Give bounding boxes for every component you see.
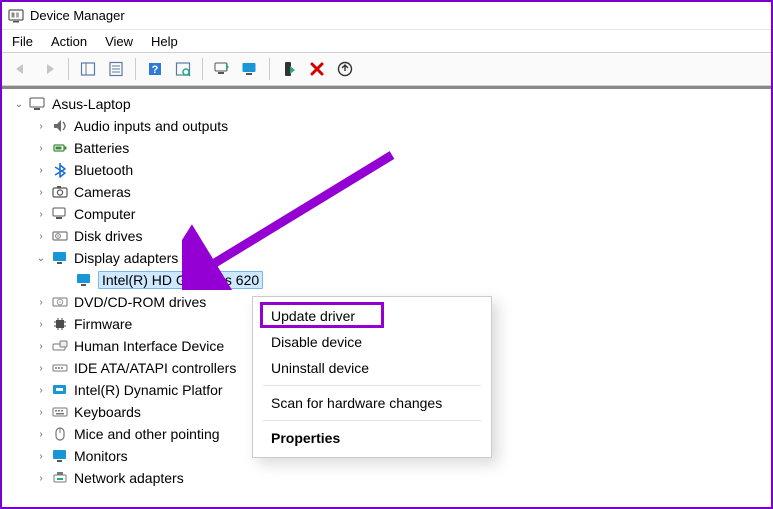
tree-label: Mice and other pointing (74, 426, 220, 442)
dvd-icon (50, 293, 70, 311)
tree-item-cameras[interactable]: › Cameras (8, 181, 771, 203)
chipset-icon (50, 381, 70, 399)
toolbar-separator (202, 58, 203, 80)
ctx-update-driver[interactable]: Update driver (253, 303, 491, 329)
menu-view[interactable]: View (105, 34, 133, 49)
expand-icon[interactable]: ⌄ (12, 97, 26, 111)
ctx-disable-device[interactable]: Disable device (253, 329, 491, 355)
tree-label: Audio inputs and outputs (74, 118, 228, 134)
show-hide-tree-button[interactable] (75, 56, 101, 82)
update-driver-button[interactable] (209, 56, 235, 82)
expand-icon[interactable]: › (34, 471, 48, 485)
expand-icon[interactable]: › (34, 229, 48, 243)
expand-icon[interactable]: › (34, 317, 48, 331)
network-icon (50, 469, 70, 487)
camera-icon (50, 183, 70, 201)
tree-item-audio[interactable]: › Audio inputs and outputs (8, 115, 771, 137)
expand-icon[interactable]: › (34, 163, 48, 177)
expand-spacer (58, 273, 72, 287)
tree-label: Computer (74, 206, 135, 222)
menu-help[interactable]: Help (151, 34, 178, 49)
scan-button[interactable] (170, 56, 196, 82)
add-legacy-button[interactable] (332, 56, 358, 82)
audio-icon (50, 117, 70, 135)
app-icon (8, 8, 24, 24)
expand-icon[interactable]: › (34, 185, 48, 199)
expand-icon[interactable]: › (34, 449, 48, 463)
tree-label: IDE ATA/ATAPI controllers (74, 360, 236, 376)
tree-label-selected: Intel(R) HD Graphics 620 (98, 271, 263, 289)
tree-item-intel-graphics[interactable]: Intel(R) HD Graphics 620 (8, 269, 771, 291)
tree-item-display[interactable]: ⌄ Display adapters (8, 247, 771, 269)
monitor-icon (50, 447, 70, 465)
tree-item-network[interactable]: › Network adapters (8, 467, 771, 489)
toolbar: ? (2, 52, 771, 86)
toolbar-separator (269, 58, 270, 80)
context-menu: Update driver Disable device Uninstall d… (252, 296, 492, 458)
tree-label: Bluetooth (74, 162, 133, 178)
firmware-icon (50, 315, 70, 333)
disk-icon (50, 227, 70, 245)
tree-label: DVD/CD-ROM drives (74, 294, 206, 310)
hid-icon (50, 337, 70, 355)
expand-icon[interactable]: › (34, 207, 48, 221)
tree-label: Human Interface Device (74, 338, 224, 354)
ctx-properties[interactable]: Properties (253, 425, 491, 451)
monitor-button[interactable] (237, 56, 263, 82)
window-title: Device Manager (30, 8, 125, 23)
ctx-uninstall-device[interactable]: Uninstall device (253, 355, 491, 381)
tree-label: Firmware (74, 316, 132, 332)
tree-item-batteries[interactable]: › Batteries (8, 137, 771, 159)
tree-label: Batteries (74, 140, 129, 156)
toolbar-separator (135, 58, 136, 80)
expand-icon[interactable]: › (34, 361, 48, 375)
computer-icon (28, 95, 48, 113)
ctx-separator (263, 420, 481, 421)
tree-label: Disk drives (74, 228, 142, 244)
forward-button[interactable] (36, 56, 62, 82)
tree-item-computer[interactable]: › Computer (8, 203, 771, 225)
svg-text:?: ? (152, 64, 159, 76)
expand-icon[interactable]: › (34, 141, 48, 155)
display-icon (50, 249, 70, 267)
uninstall-button[interactable] (304, 56, 330, 82)
enable-device-button[interactable] (276, 56, 302, 82)
display-icon (74, 271, 94, 289)
tree-item-bluetooth[interactable]: › Bluetooth (8, 159, 771, 181)
tree-label: Keyboards (74, 404, 141, 420)
expand-icon[interactable]: › (34, 295, 48, 309)
bluetooth-icon (50, 161, 70, 179)
toolbar-separator (68, 58, 69, 80)
keyboard-icon (50, 403, 70, 421)
menu-action[interactable]: Action (51, 34, 87, 49)
tree-label: Asus-Laptop (52, 96, 131, 112)
tree-label: Display adapters (74, 250, 178, 266)
battery-icon (50, 139, 70, 157)
ide-icon (50, 359, 70, 377)
tree-label: Network adapters (74, 470, 184, 486)
tree-root[interactable]: ⌄ Asus-Laptop (8, 93, 771, 115)
expand-icon[interactable]: › (34, 405, 48, 419)
expand-icon[interactable]: › (34, 383, 48, 397)
properties-button[interactable] (103, 56, 129, 82)
menubar: File Action View Help (2, 30, 771, 52)
tree-item-disk[interactable]: › Disk drives (8, 225, 771, 247)
expand-icon[interactable]: › (34, 339, 48, 353)
tree-label: Monitors (74, 448, 128, 464)
tree-label: Intel(R) Dynamic Platfor (74, 382, 223, 398)
expand-icon[interactable]: › (34, 427, 48, 441)
titlebar: Device Manager (2, 2, 771, 30)
ctx-separator (263, 385, 481, 386)
mouse-icon (50, 425, 70, 443)
help-button[interactable]: ? (142, 56, 168, 82)
menu-file[interactable]: File (12, 34, 33, 49)
collapse-icon[interactable]: ⌄ (34, 251, 48, 265)
expand-icon[interactable]: › (34, 119, 48, 133)
tree-label: Cameras (74, 184, 131, 200)
back-button[interactable] (8, 56, 34, 82)
ctx-scan[interactable]: Scan for hardware changes (253, 390, 491, 416)
computer-icon (50, 205, 70, 223)
